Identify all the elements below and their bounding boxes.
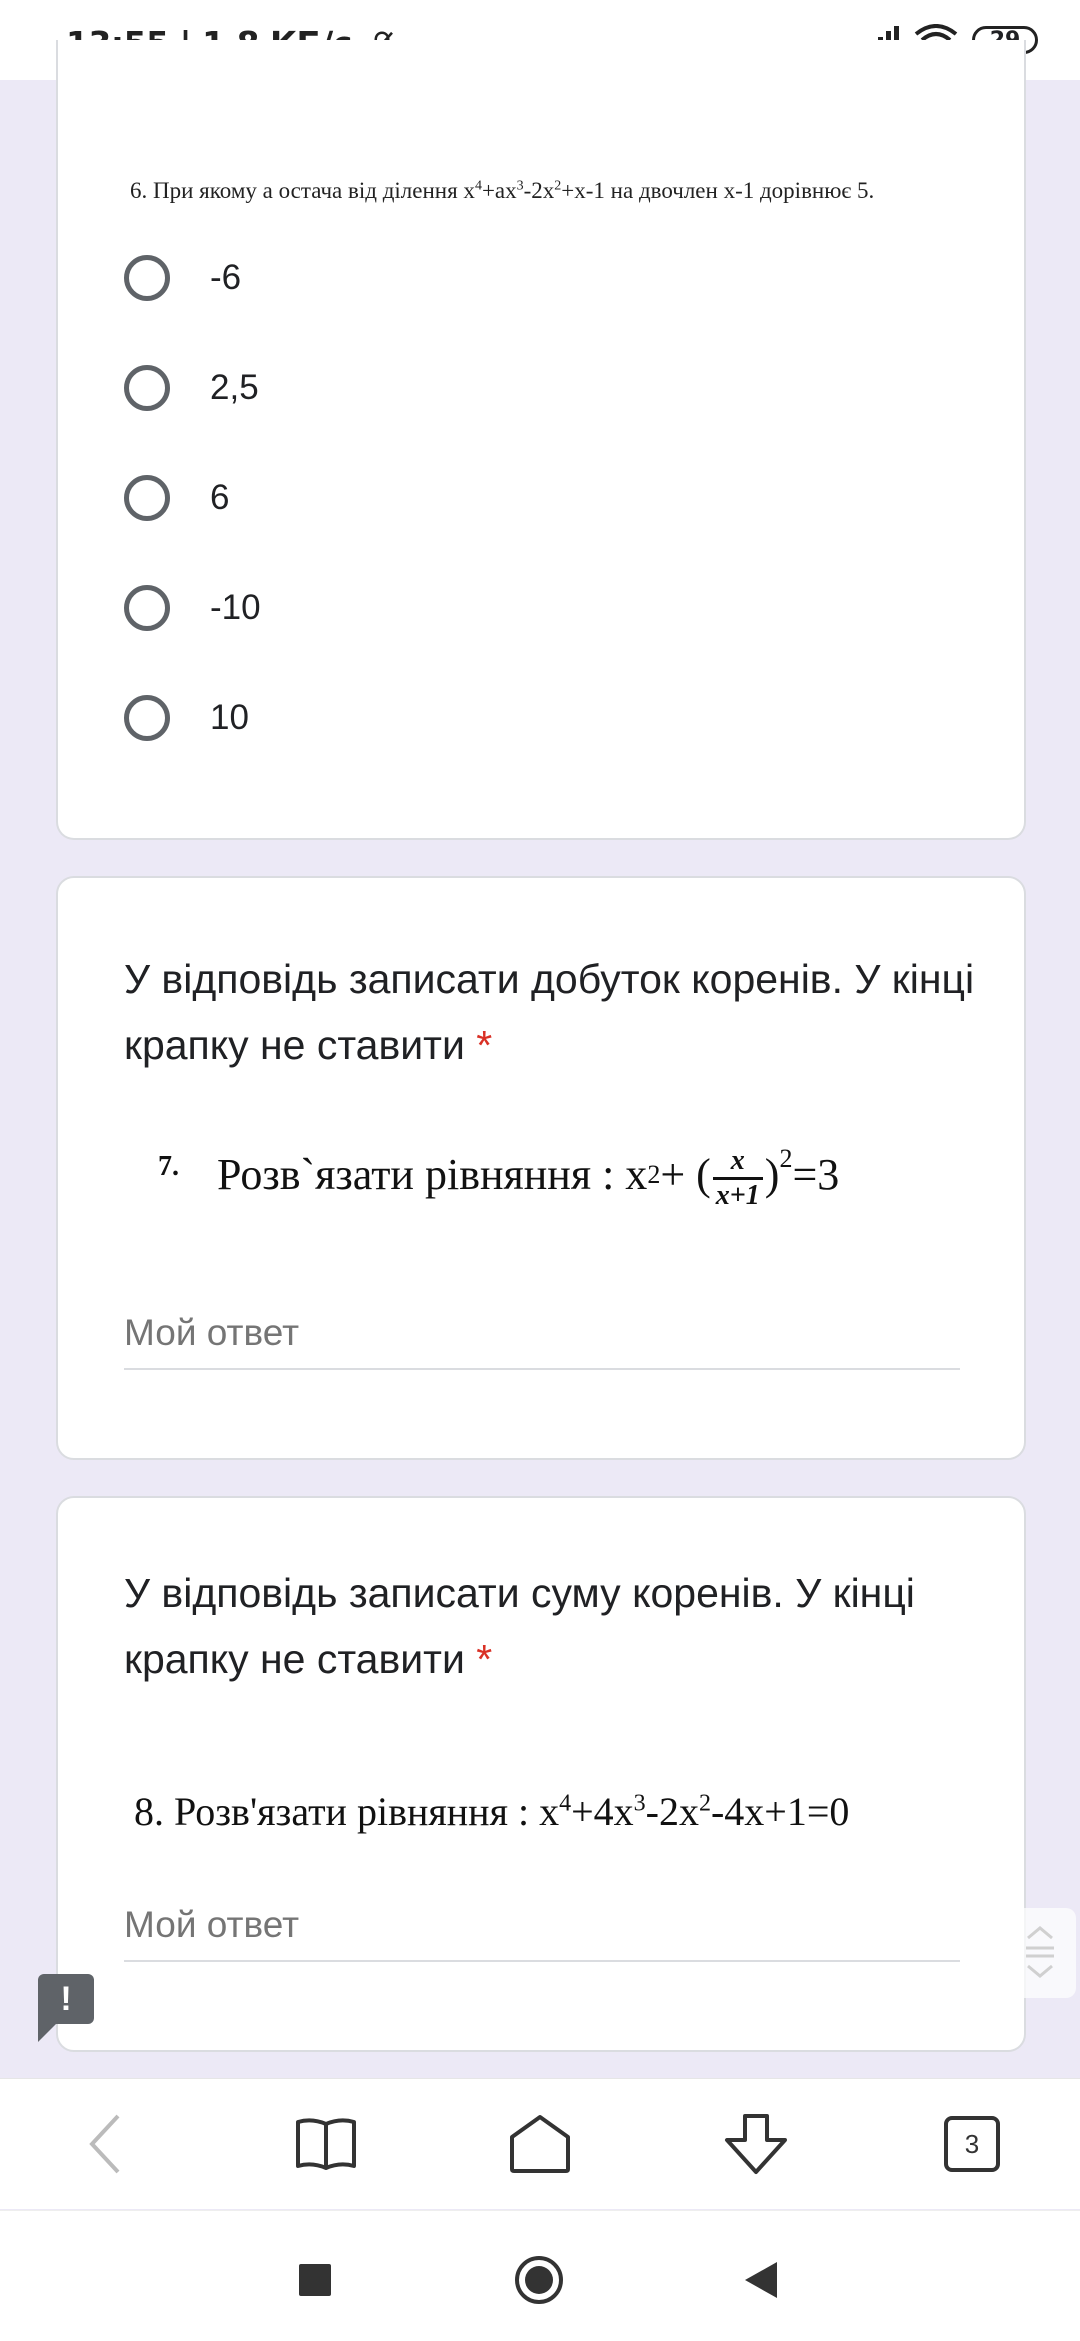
option-radio[interactable]: -10	[124, 578, 261, 638]
system-navigation-bar	[0, 2210, 1080, 2341]
answer-input[interactable]: Мой ответ	[124, 1904, 960, 1962]
home-icon[interactable]	[500, 2109, 580, 2179]
required-mark: *	[476, 1022, 493, 1068]
question-8-title: У відповідь записати суму коренів. У кін…	[124, 1570, 915, 1682]
book-icon[interactable]	[286, 2109, 366, 2179]
required-mark: *	[476, 1636, 493, 1682]
download-icon[interactable]	[716, 2109, 796, 2179]
question-6-card: 6. При якому а остача від ділення х4+ах3…	[56, 40, 1026, 840]
option-label: -10	[210, 588, 261, 627]
home-circle-icon[interactable]	[504, 2245, 574, 2315]
option-radio[interactable]: 2,5	[124, 358, 259, 418]
option-label: -6	[210, 258, 242, 297]
radio-button[interactable]	[124, 255, 170, 301]
question-6-text: 6. При якому а остача від ділення х4+ах3…	[130, 178, 875, 203]
answer-input[interactable]: Мой ответ	[124, 1312, 960, 1370]
question-7-card: У відповідь записати добуток коренів. У …	[56, 876, 1026, 1460]
tab-count: 3	[944, 2116, 1000, 2172]
radio-button[interactable]	[124, 695, 170, 741]
option-label: 2,5	[210, 368, 259, 407]
radio-button[interactable]	[124, 365, 170, 411]
question-8-equation: 8. Розв'язати рівняння : х4+4х3-2х2-4х+1…	[134, 1789, 850, 1834]
back-icon[interactable]	[66, 2109, 146, 2179]
back-triangle-icon[interactable]	[726, 2245, 796, 2315]
question-7-equation: 7. Розв`язати рівняння : х 2 + ( x x+1 ) 2 =…	[158, 1143, 840, 1211]
scroll-arrows-icon	[1026, 1926, 1054, 1978]
question-7-title: У відповідь записати добуток коренів. У …	[124, 956, 975, 1068]
radio-button[interactable]	[124, 585, 170, 631]
browser-toolbar: 3	[0, 2078, 1080, 2209]
option-radio[interactable]: 10	[124, 688, 249, 748]
option-radio[interactable]: 6	[124, 468, 229, 528]
tabs-icon[interactable]: 3	[932, 2109, 1012, 2179]
question-8-card: У відповідь записати суму коренів. У кін…	[56, 1496, 1026, 2052]
option-label: 10	[210, 698, 249, 737]
feedback-icon[interactable]: !	[38, 1974, 94, 2042]
recents-icon[interactable]	[280, 2245, 350, 2315]
option-radio[interactable]: -6	[124, 248, 241, 308]
option-label: 6	[210, 478, 230, 517]
scroll-handle[interactable]	[1004, 1908, 1076, 1998]
fraction: x x+1	[712, 1147, 763, 1210]
radio-button[interactable]	[124, 475, 170, 521]
